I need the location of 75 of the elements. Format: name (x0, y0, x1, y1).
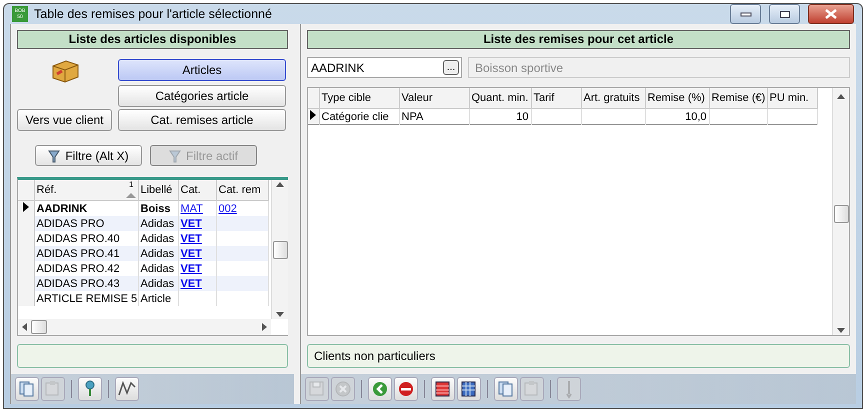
column-header[interactable]: Type cible (319, 88, 399, 108)
close-button[interactable] (808, 4, 854, 24)
scroll-thumb[interactable] (834, 204, 848, 222)
scroll-thumb[interactable] (31, 320, 47, 334)
category-link[interactable]: VET (180, 218, 202, 230)
panel-header: Liste des remises pour cet article (307, 30, 850, 49)
view-tab[interactable]: Cat. remises article (118, 109, 286, 131)
table-cell: ADIDAS PRO.41 (34, 246, 138, 261)
scroll-up-icon (276, 182, 284, 187)
grid-sheet-button[interactable] (457, 377, 481, 401)
category-link[interactable]: VET (180, 248, 202, 260)
column-header[interactable]: Valeur (399, 88, 469, 108)
window-title: Table des remises pour l'article sélectionné (34, 7, 273, 21)
category-link[interactable]: MAT (180, 202, 203, 214)
table-cell: ADIDAS PRO (34, 216, 138, 231)
funnel-icon (47, 148, 62, 164)
sort-icon (126, 193, 136, 198)
scroll-right-icon (262, 323, 267, 331)
minimize-icon (740, 11, 752, 17)
column-header[interactable]: Tarif (531, 88, 581, 108)
column-header[interactable]: Art. gratuits (581, 88, 645, 108)
view-tab[interactable]: Articles (118, 59, 286, 81)
funnel-icon (168, 148, 182, 164)
lined-sheet-button[interactable] (431, 377, 455, 401)
client-view-button[interactable]: Vers vue client (17, 109, 112, 131)
add-button[interactable] (368, 377, 392, 401)
table-cell: Catégorie clie (319, 108, 399, 124)
add-icon (370, 379, 390, 399)
cancel-icon (333, 379, 353, 399)
category-link[interactable]: VET (180, 278, 202, 290)
row-pointer-icon (310, 110, 316, 120)
column-header[interactable]: PU min. (767, 88, 817, 108)
maximize-icon (778, 10, 790, 18)
pin-button[interactable] (78, 377, 102, 401)
maximize-button[interactable] (769, 4, 800, 24)
table-cell: 10,0 (645, 108, 709, 124)
lookup-button[interactable]: ... (443, 60, 459, 75)
table-cell: Adidas (138, 246, 178, 261)
status-box: Clients non particuliers (307, 344, 850, 368)
table-cell: NPA (399, 108, 469, 124)
scroll-thumb[interactable] (272, 240, 288, 258)
view-tab[interactable]: Catégories article (118, 85, 286, 107)
discount-category-link[interactable]: 002 (218, 202, 237, 214)
column-header[interactable]: Cat. rem (216, 180, 268, 200)
table-cell: 10 (469, 108, 531, 124)
sort-index: 1 (129, 180, 134, 189)
close-icon (824, 9, 838, 19)
remove-button[interactable] (394, 377, 418, 401)
scroll-down-icon (837, 328, 845, 333)
column-header[interactable]: Remise (%) (645, 88, 709, 108)
column-header[interactable]: Cat. (178, 180, 216, 200)
copy-button[interactable] (494, 377, 518, 401)
vertical-scrollbar[interactable] (832, 88, 849, 335)
category-link[interactable]: VET (180, 232, 202, 244)
scroll-left-icon (22, 323, 27, 331)
table-cell: Adidas (138, 216, 178, 231)
category-link[interactable]: VET (180, 262, 202, 274)
table-cell: ADIDAS PRO.43 (34, 276, 138, 291)
column-header[interactable]: Remise (€) (709, 88, 767, 108)
column-header[interactable]: Quant. min. (469, 88, 531, 108)
filter-button[interactable]: Filtre (Alt X) (34, 145, 142, 166)
table-cell: Adidas (138, 276, 178, 291)
minimize-button[interactable] (730, 4, 761, 24)
column-header[interactable]: Libellé (138, 180, 178, 200)
panel-header: Liste des articles disponibles (17, 30, 288, 49)
vertical-scrollbar[interactable] (271, 180, 288, 319)
table-cell: Article (138, 291, 178, 306)
scroll-up-icon (837, 94, 845, 99)
copy-button[interactable] (15, 377, 39, 401)
horizontal-scrollbar[interactable] (18, 319, 271, 335)
column-header[interactable]: Réf. 1 (34, 180, 138, 200)
article-code-field[interactable]: AADRINK ... (307, 57, 462, 78)
remove-icon (396, 379, 416, 399)
scroll-down-icon (276, 312, 284, 317)
table-cell: ARTICLE REMISE 5 (34, 291, 138, 306)
